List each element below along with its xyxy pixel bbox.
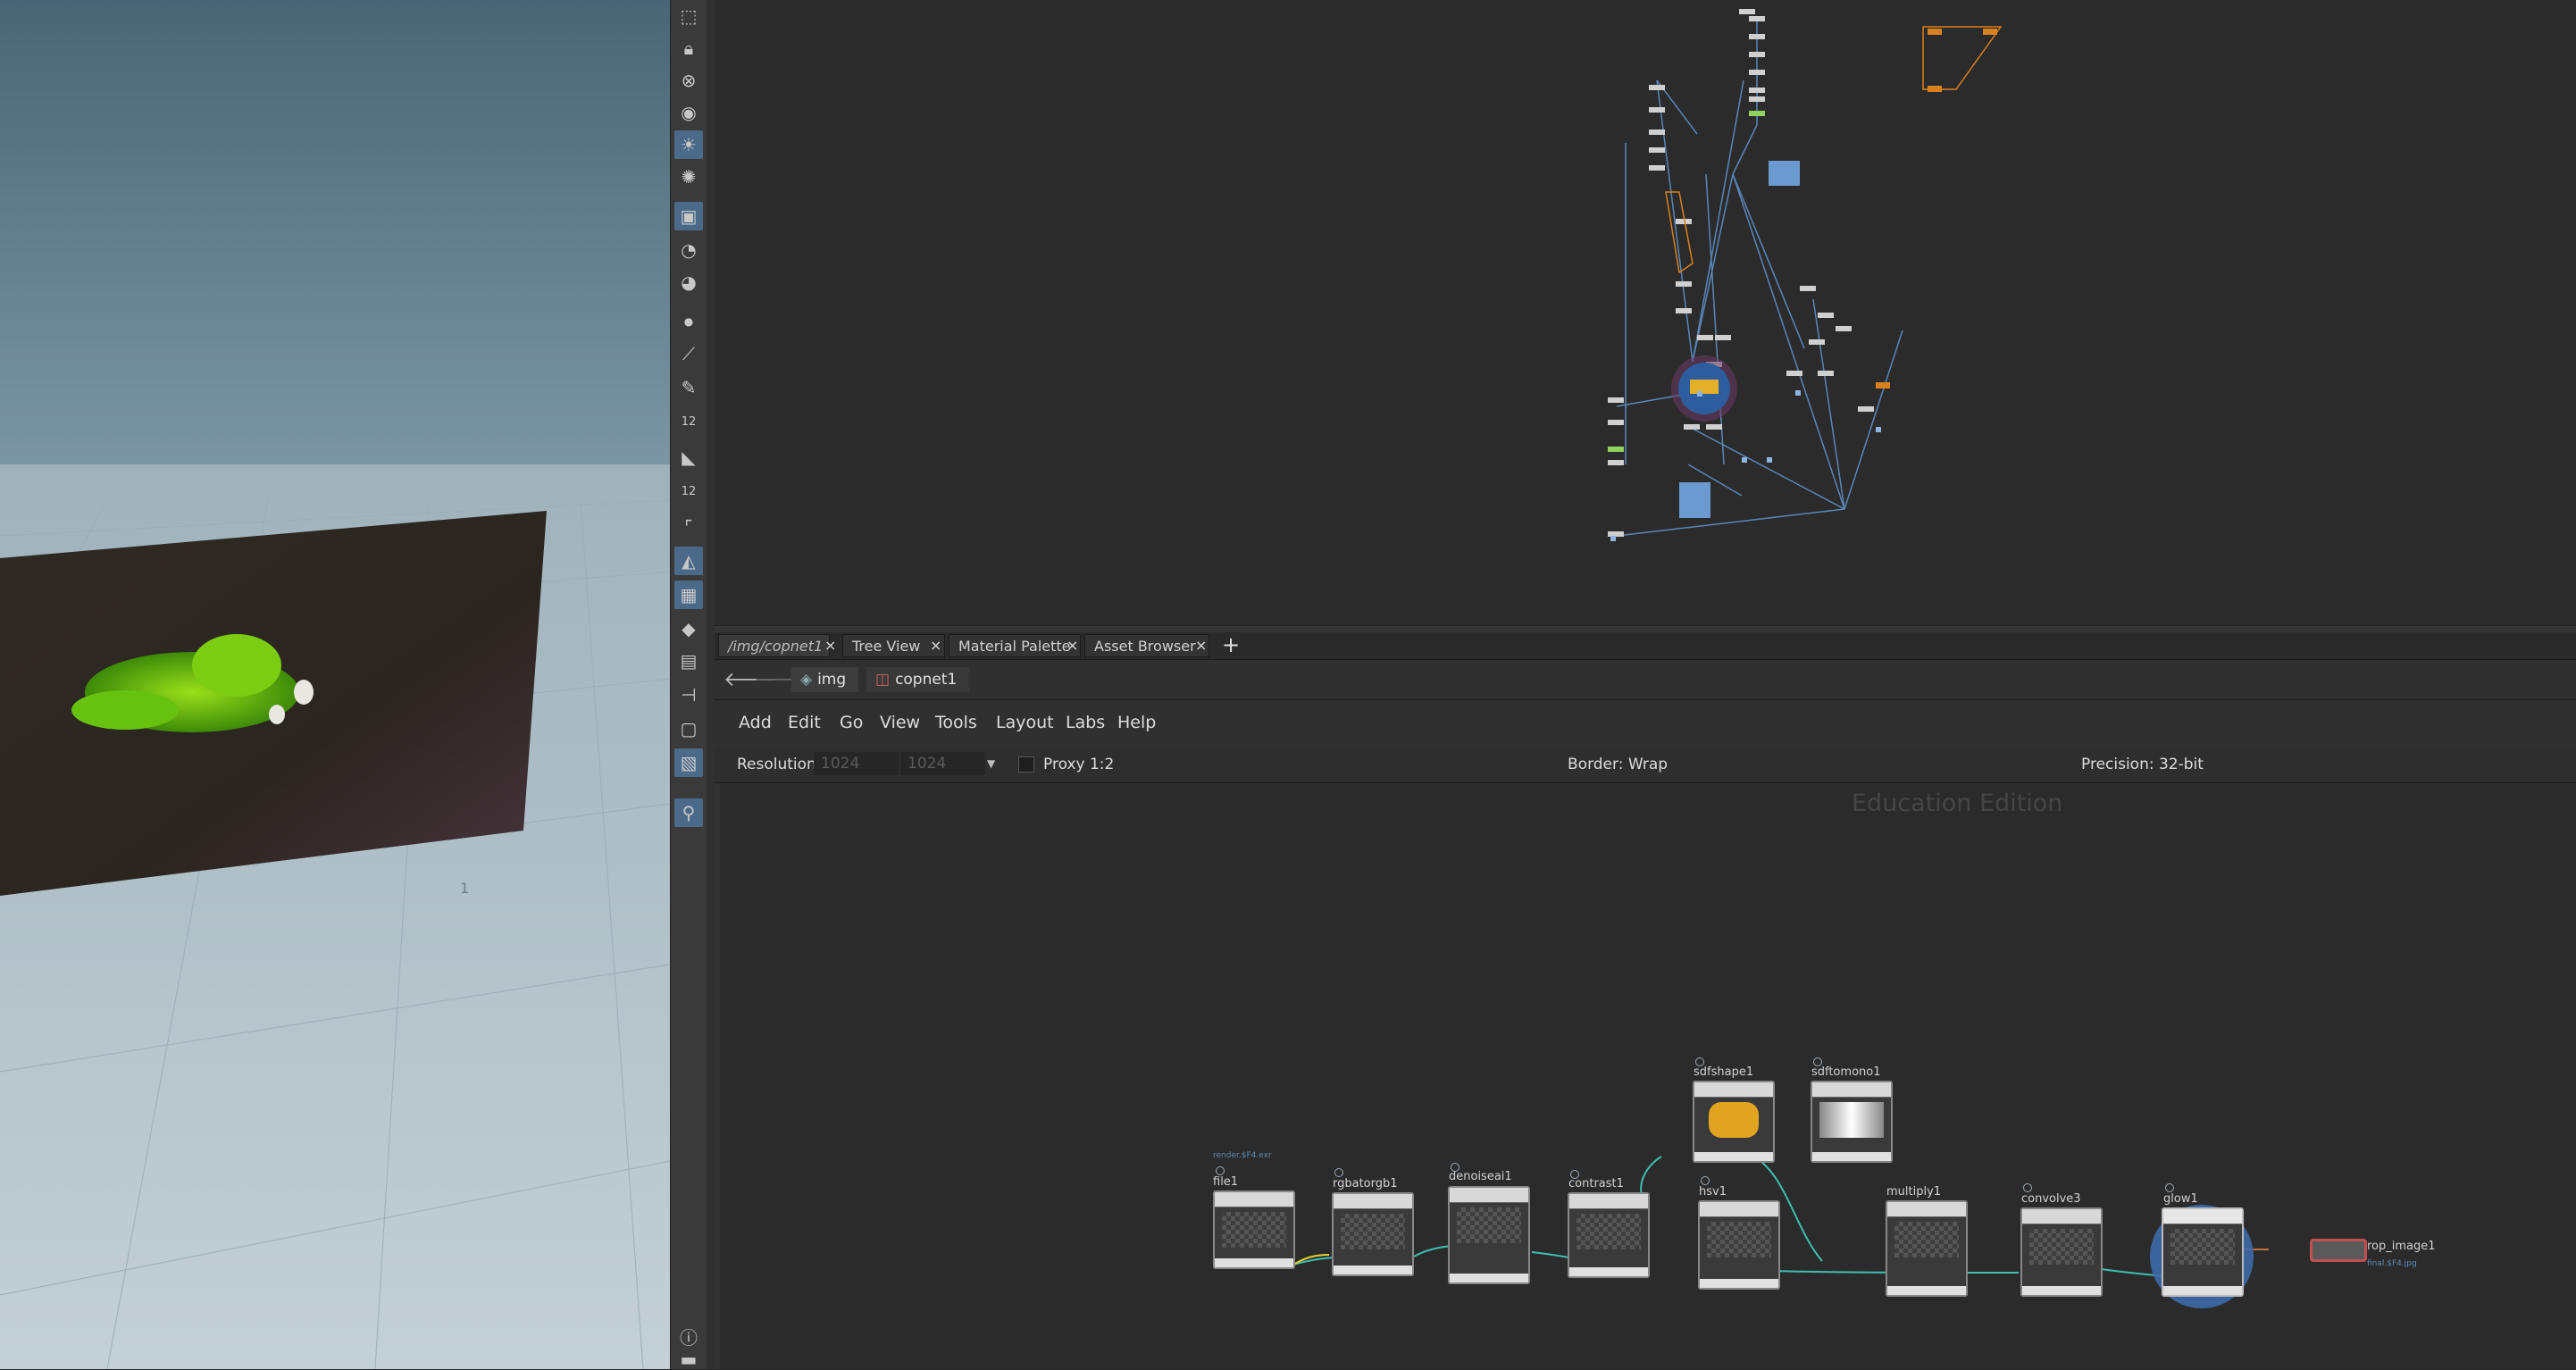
menu-help[interactable]: Help	[1117, 713, 1156, 732]
node-flag[interactable]	[2023, 1183, 2032, 1192]
background-image-icon[interactable]: ▧	[674, 748, 703, 777]
rop-image1-label: rop_image1	[2367, 1240, 2436, 1253]
tab-material-palette[interactable]: Material Palette	[949, 634, 1081, 657]
node-hsv1[interactable]	[1698, 1200, 1780, 1290]
select-tool-icon[interactable]: ⬚	[674, 2, 703, 30]
close-icon[interactable]: ×	[1066, 637, 1078, 654]
snap-icon[interactable]: ⊣	[674, 681, 703, 709]
multiply1-label: multiply1	[1886, 1185, 1942, 1199]
pen-icon[interactable]: ✎	[674, 373, 703, 402]
folder-icon[interactable]: ▬	[674, 1349, 703, 1370]
cop-network-editor[interactable]: Education Edition render.$F4.exr file1 r…	[715, 783, 2576, 1369]
proxy-checkbox[interactable]	[1018, 756, 1034, 773]
brush-icon[interactable]: ⟋	[674, 339, 703, 368]
cop-network-icon: ◫	[875, 671, 891, 689]
node-denoiseai1[interactable]	[1448, 1186, 1530, 1284]
rop-image1-caption: final.$F4.jpg	[2367, 1259, 2417, 1268]
close-circle-icon[interactable]: ⊗	[674, 66, 703, 95]
hsv1-label: hsv1	[1699, 1185, 1727, 1199]
resolution-dropdown-icon[interactable]: ▼	[987, 757, 995, 770]
pin-icon[interactable]: ⚲	[674, 798, 703, 827]
menu-layout[interactable]: Layout	[996, 713, 1054, 732]
light-icon[interactable]: ☀	[674, 130, 703, 159]
resolution-y-field[interactable]: 1024	[900, 752, 985, 775]
grid-icon[interactable]: ▦	[674, 581, 703, 609]
info-icon[interactable]: ⓘ	[674, 1322, 703, 1350]
node-multiply1[interactable]	[1886, 1200, 1968, 1297]
path-bar: 🡐 🡒 ◈ img ◫ copnet1	[715, 660, 2576, 700]
node-contrast1[interactable]	[1568, 1192, 1650, 1278]
close-icon[interactable]: ×	[930, 637, 941, 654]
add-tab-icon[interactable]: +	[1222, 632, 1240, 657]
node-rgbatorgb1[interactable]	[1332, 1192, 1414, 1276]
ground-icon[interactable]: ▤	[674, 647, 703, 675]
network-menu-bar: Add Edit Go View Tools Layout Labs Help	[715, 700, 2576, 748]
file1-label: file1	[1213, 1175, 1239, 1189]
viewport-scene: 1	[0, 464, 670, 1369]
top-network-graph	[1608, 9, 2003, 541]
point-icon[interactable]: ●	[674, 307, 703, 336]
node-flag[interactable]	[1701, 1176, 1710, 1185]
orbit-icon[interactable]: ◉	[674, 98, 703, 127]
rgbatorgb1-label: rgbatorgb1	[1333, 1177, 1398, 1190]
node-file1[interactable]	[1213, 1190, 1295, 1269]
number-icon[interactable]: 12	[674, 407, 703, 436]
menu-edit[interactable]: Edit	[788, 713, 821, 732]
square-icon[interactable]: ▢	[674, 714, 703, 743]
headlight-icon[interactable]: ✺	[674, 163, 703, 191]
node-flag[interactable]	[2165, 1183, 2174, 1192]
measure-icon[interactable]: ◣	[674, 443, 703, 472]
node-convolve3[interactable]	[2020, 1207, 2103, 1297]
viewport-marker: 1	[460, 880, 469, 897]
cop-wires	[1292, 1156, 2269, 1308]
viewport-toolbar: ⬚ 🔒︎ ⊗ ◉ ☀ ✺ ▣ ◔ ◕ ● ⟋ ✎ 12 ◣ 12 ⌜ ◭ ▦ ◆…	[670, 0, 707, 1370]
node-flag[interactable]	[1216, 1166, 1225, 1175]
node-sdftomono1[interactable]	[1811, 1081, 1893, 1163]
tab-asset-browser[interactable]: Asset Browser	[1084, 634, 1209, 657]
menu-labs[interactable]: Labs	[1066, 713, 1105, 732]
lock-icon[interactable]: 🔒︎	[674, 34, 703, 63]
proxy-label: Proxy 1:2	[1043, 756, 1115, 773]
education-edition-watermark: Education Edition	[1852, 789, 2063, 817]
cop-options-bar: Resolution 1024 1024 ▼ Proxy 1:2 Border:…	[715, 747, 2576, 783]
tab-copnet[interactable]: /img/copnet1	[718, 634, 830, 657]
shaded-icon[interactable]: ◭	[674, 547, 703, 575]
pane-splitter[interactable]	[707, 0, 715, 1369]
diamond-icon[interactable]: ◆	[674, 614, 703, 643]
scene-viewport[interactable]: 1	[0, 0, 670, 1369]
precision-label[interactable]: Precision: 32-bit	[2081, 756, 2204, 773]
menu-view[interactable]: View	[880, 713, 920, 732]
glow1-label: glow1	[2163, 1192, 2198, 1206]
breadcrumb-img[interactable]: ◈ img	[791, 667, 859, 692]
contrast1-label: contrast1	[1568, 1177, 1624, 1190]
number-icon-2[interactable]: 12	[674, 477, 703, 505]
top-network-view[interactable]	[715, 0, 2576, 625]
resolution-x-field[interactable]: 1024	[814, 752, 899, 775]
corner-icon[interactable]: ⌜	[674, 513, 703, 541]
layers-icon: ◈	[800, 671, 813, 689]
display-options-icon[interactable]: ▣	[674, 202, 703, 230]
node-glow1[interactable]	[2162, 1207, 2244, 1297]
file1-caption: render.$F4.exr	[1213, 1151, 1272, 1160]
border-mode-label[interactable]: Border: Wrap	[1568, 756, 1668, 773]
convolve3-label: convolve3	[2021, 1192, 2081, 1206]
menu-add[interactable]: Add	[739, 713, 772, 732]
menu-tools[interactable]: Tools	[935, 713, 977, 732]
menu-go[interactable]: Go	[840, 713, 863, 732]
camera-icon[interactable]: ◔	[674, 236, 703, 264]
sdftomono1-label: sdftomono1	[1811, 1065, 1881, 1079]
resolution-label: Resolution	[737, 756, 816, 773]
breadcrumb-copnet[interactable]: ◫ copnet1	[866, 667, 970, 692]
pane-tab-bar: /img/copnet1 × Tree View × Material Pale…	[715, 632, 2576, 660]
close-icon[interactable]: ×	[1195, 637, 1207, 654]
camera-lock-icon[interactable]: ◕	[674, 268, 703, 297]
denoiseai1-label: denoiseai1	[1449, 1170, 1512, 1183]
close-icon[interactable]: ×	[824, 637, 836, 654]
sdfshape1-label: sdfshape1	[1694, 1065, 1754, 1079]
node-flag[interactable]	[1334, 1168, 1343, 1177]
node-rop-image1[interactable]	[2310, 1239, 2367, 1262]
node-sdfshape1[interactable]	[1693, 1081, 1775, 1163]
